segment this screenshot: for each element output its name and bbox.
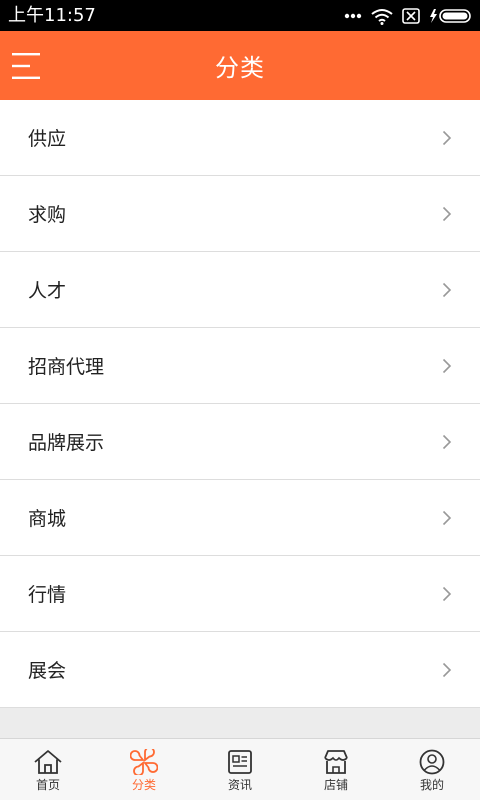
more-dots-icon [344, 13, 362, 18]
home-icon [34, 750, 62, 774]
menu-button[interactable] [12, 52, 42, 80]
list-item-label: 商城 [28, 508, 67, 530]
app-header: 分类 [0, 31, 480, 100]
list-item-label: 行情 [28, 584, 67, 606]
tab-label: 店铺 [323, 778, 348, 792]
list-item-label: 展会 [28, 660, 67, 682]
list-item-brands[interactable]: 品牌展示 [0, 404, 480, 480]
category-icon [130, 749, 158, 775]
wifi-icon [371, 8, 393, 25]
list-item-label: 人才 [28, 280, 67, 302]
store-icon [324, 750, 348, 774]
list-item-market[interactable]: 行情 [0, 556, 480, 632]
chevron-right-icon [442, 510, 452, 525]
list-item-purchase[interactable]: 求购 [0, 176, 480, 252]
tab-label: 首页 [35, 778, 60, 792]
profile-icon [419, 749, 445, 775]
chevron-right-icon [442, 434, 452, 449]
menu-icon [12, 53, 40, 79]
tab-label: 我的 [419, 778, 444, 792]
tab-store[interactable]: 店铺 [288, 739, 384, 800]
list-item-label: 招商代理 [28, 356, 105, 378]
chevron-right-icon [442, 586, 452, 601]
status-bar: 上午11:57 [0, 0, 480, 31]
tab-category[interactable]: 分类 [96, 739, 192, 800]
list-item-expo[interactable]: 展会 [0, 632, 480, 708]
list-item-label: 品牌展示 [28, 432, 105, 454]
chevron-right-icon [442, 206, 452, 221]
chevron-right-icon [442, 130, 452, 145]
list-item-talent[interactable]: 人才 [0, 252, 480, 328]
chevron-right-icon [442, 358, 452, 373]
status-time: 上午11:57 [8, 5, 96, 26]
status-icons [344, 7, 472, 25]
chevron-right-icon [442, 662, 452, 677]
tab-profile[interactable]: 我的 [384, 739, 480, 800]
bottom-tabbar: 首页 分类 资讯 店铺 我的 [0, 738, 480, 800]
news-icon [228, 750, 252, 774]
battery-charging-icon [430, 8, 471, 23]
list-item-mall[interactable]: 商城 [0, 480, 480, 556]
list-item-label: 求购 [28, 204, 67, 226]
no-sim-icon [402, 7, 420, 24]
tab-label: 分类 [131, 778, 156, 792]
tab-news[interactable]: 资讯 [192, 739, 288, 800]
list-item-franchise[interactable]: 招商代理 [0, 328, 480, 404]
tab-label: 资讯 [227, 778, 252, 792]
chevron-right-icon [442, 282, 452, 297]
list-item-supply[interactable]: 供应 [0, 100, 480, 176]
page-title: 分类 [215, 54, 265, 82]
tab-home[interactable]: 首页 [0, 739, 96, 800]
list-item-label: 供应 [28, 128, 67, 150]
category-list: 供应 求购 人才 招商代理 品牌展示 商城 行情 展会 [0, 100, 480, 708]
